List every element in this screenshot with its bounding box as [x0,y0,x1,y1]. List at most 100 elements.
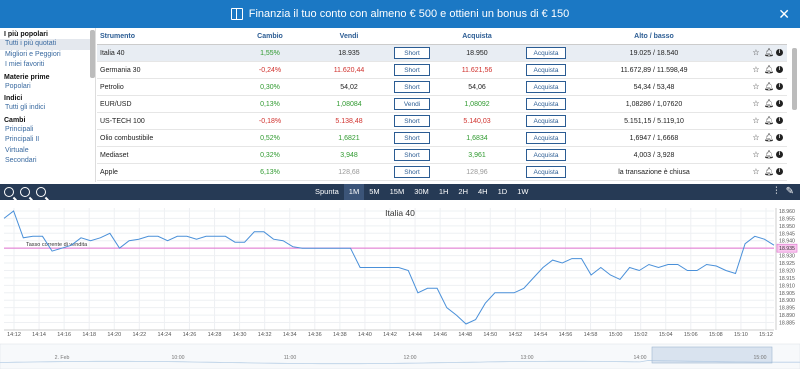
current-rate-label: Tasso corrente di vendita [26,242,88,248]
promo-banner[interactable]: Finanzia il tuo conto con almeno € 500 e… [0,0,800,28]
high-low-range: 4,003 / 3,928 [633,151,675,159]
zoom-in-icon[interactable] [36,187,46,197]
sidebar-item[interactable]: Tutti i più quotati [0,39,95,50]
buy-button[interactable]: Acquista [526,115,566,127]
sidebar-scrollbar[interactable] [90,30,95,78]
navigator-label: 12:00 [404,355,417,361]
favorite-star-icon[interactable]: ☆ [752,117,760,125]
candlestick-icon[interactable]: ⫶ [775,186,778,197]
timeframe-5m[interactable]: 5M [364,184,384,200]
y-tick-label: 18.885 [779,321,795,327]
favorite-star-icon[interactable]: ☆ [752,168,760,176]
alert-bell-icon[interactable]: 🔔︎ [764,66,774,74]
sell-price: 11.620,44 [333,66,365,74]
x-tick-label: 14:38 [333,332,347,338]
timeframe-spunta[interactable]: Spunta [310,184,344,200]
header-change[interactable]: Cambio [235,33,305,40]
draw-pencil-icon[interactable]: ✎ [786,186,794,197]
alert-bell-icon[interactable]: 🔔︎ [764,100,774,108]
x-tick-label: 14:14 [32,332,46,338]
x-tick-label: 14:30 [233,332,247,338]
price-chart-svg[interactable]: 18.96018.955 18.95018.945 18.94018.935 18.9… [0,200,800,370]
timeframe-15m[interactable]: 15M [385,184,410,200]
alert-bell-icon[interactable]: 🔔︎ [764,134,774,142]
header-buy[interactable]: Acquista [431,33,523,40]
table-row[interactable]: Apple 6,13% 128,68 Short 128,96 Acquista… [97,164,787,181]
x-tick-label: 14:36 [308,332,322,338]
info-icon[interactable]: i [776,83,783,90]
info-icon[interactable]: i [776,66,783,73]
sidebar-item[interactable]: Popolari [0,82,95,93]
short-button[interactable]: Short [394,47,430,59]
favorite-star-icon[interactable]: ☆ [752,100,760,108]
sidebar-item[interactable]: Tutti gli indici [0,103,95,114]
x-tick-label: 15:06 [684,332,698,338]
info-icon[interactable]: i [776,117,783,124]
sidebar-item[interactable]: Migliori e Peggiori [0,50,95,61]
table-row[interactable]: US-TECH 100 -0,18% 5.138,48 Short 5.140,… [97,113,787,130]
short-button[interactable]: Short [394,64,430,76]
timeframe-4h[interactable]: 4H [473,184,493,200]
buy-button[interactable]: Acquista [526,132,566,144]
header-high-low[interactable]: Alto / basso [569,33,739,40]
price-chart[interactable]: 18.96018.955 18.95018.945 18.94018.935 18.9… [0,200,800,370]
y-tick-label: 18.910 [779,283,795,289]
timeframe-1m[interactable]: 1M [343,184,365,200]
sidebar-item[interactable]: Virtuale [0,146,95,157]
short-button[interactable]: Short [394,115,430,127]
favorite-star-icon[interactable]: ☆ [752,83,760,91]
table-scrollbar[interactable] [792,48,797,110]
alert-bell-icon[interactable]: 🔔︎ [764,49,774,57]
buy-button[interactable]: Acquista [526,166,566,178]
buy-button[interactable]: Acquista [526,64,566,76]
instrument-name: Germania 30 [100,66,141,74]
info-icon[interactable]: i [776,134,783,141]
alert-bell-icon[interactable]: 🔔︎ [764,151,774,159]
table-row[interactable]: Italia 40 1,55% 18.935 Short 18.950 Acqu… [97,45,787,62]
sidebar-item[interactable]: Principali II [0,135,95,146]
sidebar-item[interactable]: Secondari [0,156,95,167]
zoom-reset-icon[interactable] [20,187,30,197]
alert-bell-icon[interactable]: 🔔︎ [764,168,774,176]
timeframe-1h[interactable]: 1H [434,184,454,200]
alert-bell-icon[interactable]: 🔔︎ [764,117,774,125]
buy-button[interactable]: Acquista [526,47,566,59]
y-tick-label: 18.960 [779,209,795,215]
table-row[interactable]: EUR/USD 0,13% 1,08084 Vendi 1,08092 Acqu… [97,96,787,113]
favorite-star-icon[interactable]: ☆ [752,151,760,159]
timeframe-1w[interactable]: 1W [512,184,533,200]
header-sell[interactable]: Vendi [305,33,393,40]
table-row[interactable]: Petrolio 0,30% 54,02 Short 54,06 Acquist… [97,79,787,96]
timeframe-1d[interactable]: 1D [493,184,513,200]
timeframe-2h[interactable]: 2H [453,184,473,200]
zoom-out-icon[interactable] [4,187,14,197]
instrument-name: US-TECH 100 [100,117,145,125]
table-row[interactable]: Mediaset 0,32% 3,948 Short 3,961 Acquist… [97,147,787,164]
buy-price: 1,08092 [464,100,490,108]
short-button[interactable]: Short [394,166,430,178]
buy-button[interactable]: Acquista [526,149,566,161]
short-button[interactable]: Short [394,132,430,144]
close-icon[interactable]: ✕ [778,6,790,23]
table-row[interactable]: Olio combustibile 0,52% 1,6821 Short 1,6… [97,130,787,147]
favorite-star-icon[interactable]: ☆ [752,134,760,142]
buy-button[interactable]: Acquista [526,98,566,110]
timeframe-30m[interactable]: 30M [409,184,434,200]
buy-button[interactable]: Acquista [526,81,566,93]
short-button[interactable]: Short [394,149,430,161]
favorite-star-icon[interactable]: ☆ [752,66,760,74]
y-tick-label: 18.890 [779,313,795,319]
short-button[interactable]: Short [394,81,430,93]
alert-bell-icon[interactable]: 🔔︎ [764,83,774,91]
info-icon[interactable]: i [776,49,783,56]
favorite-star-icon[interactable]: ☆ [752,49,760,57]
table-row[interactable]: Germania 30 -0,24% 11.620,44 Short 11.62… [97,62,787,79]
info-icon[interactable]: i [776,168,783,175]
short-button[interactable]: Vendi [394,98,430,110]
sell-price: 3,948 [340,151,358,159]
sidebar-item[interactable]: I miei favoriti [0,60,95,71]
header-instrument[interactable]: Strumento [97,33,235,40]
sidebar-item[interactable]: Principali [0,125,95,136]
info-icon[interactable]: i [776,151,783,158]
info-icon[interactable]: i [776,100,783,107]
